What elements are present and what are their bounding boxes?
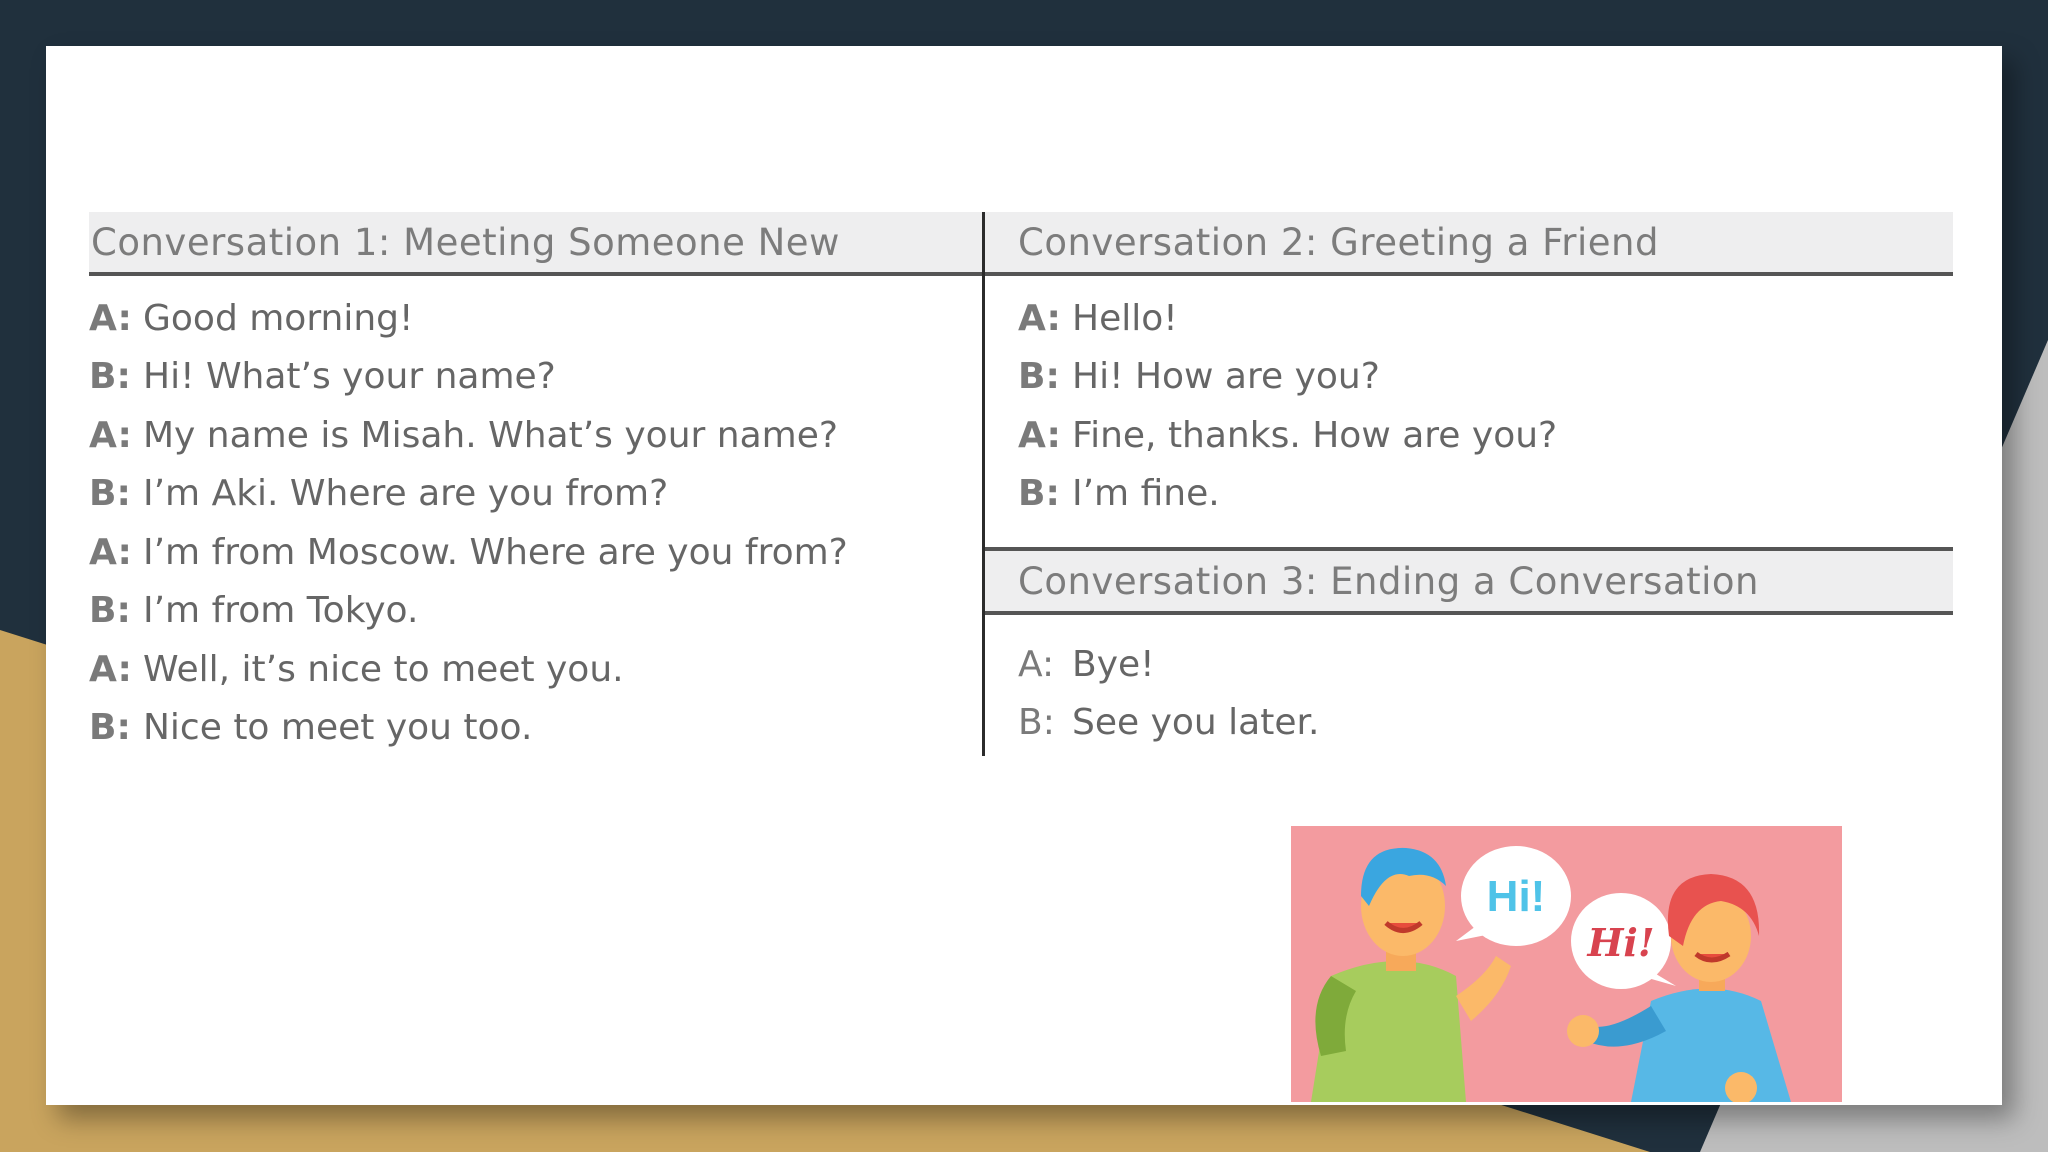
conversation-1-title: Conversation 1: Meeting Someone New <box>89 212 982 276</box>
dialogue-line: B: I’m fine. <box>985 465 1953 524</box>
dialogue-line: B: See you later. <box>985 694 1953 753</box>
dialogue-text: Hello! <box>1072 297 1178 339</box>
dialogue-line: B: I’m Aki. Where are you from? <box>89 465 982 524</box>
conversation-2-title: Conversation 2: Greeting a Friend <box>985 212 1953 276</box>
speaker-label: B: <box>89 356 131 398</box>
dialogue-line: B: Nice to meet you too. <box>89 699 982 758</box>
dialogue-line: A: Hello! <box>985 289 1953 348</box>
dialogue-line: A: Good morning! <box>89 289 982 348</box>
dialogue-text: Good morning! <box>143 297 414 339</box>
conversation-3-lines: A: Bye! B: See you later. <box>985 615 1953 752</box>
conversations-2-3: Conversation 2: Greeting a Friend A: Hell… <box>985 212 1953 752</box>
dialogue-line: B: I’m from Tokyo. <box>89 582 982 641</box>
conversation-1: Conversation 1: Meeting Someone New A: Go… <box>89 212 982 757</box>
speaker-label: A: <box>89 297 132 339</box>
dialogue-text: See you later. <box>1072 702 1320 744</box>
conversation-2-lines: A: Hello! B: Hi! How are you? A: Fine, than… <box>985 276 1953 523</box>
dialogue-text: Fine, thanks. How are you? <box>1072 414 1558 456</box>
dialogue-line: B: Hi! What’s your name? <box>89 348 982 407</box>
speaker-label: B: <box>89 590 131 632</box>
woman-hand <box>1567 1015 1599 1047</box>
dialogue-text: My name is Misah. What’s your name? <box>143 414 838 456</box>
dialogue-text: Bye! <box>1072 643 1155 685</box>
speaker-label: B: <box>89 707 131 749</box>
speaker-label: B: <box>89 473 131 515</box>
dialogue-text: I’m Aki. Where are you from? <box>143 473 669 515</box>
dialogue-text: Nice to meet you too. <box>143 707 533 749</box>
dialogue-line: A: Bye! <box>985 635 1953 694</box>
greeting-illustration-art: Hi! Hi! <box>1291 826 1842 1102</box>
speaker-label: A: <box>1018 297 1061 339</box>
conversation-1-lines: A: Good morning! B: Hi! What’s your name? … <box>89 276 982 757</box>
speaker-label: A: <box>89 414 132 456</box>
dialogue-line: A: I’m from Moscow. Where are you from? <box>89 523 982 582</box>
dialogue-text: I’m fine. <box>1072 473 1220 515</box>
speaker-label: A: <box>1018 414 1061 456</box>
dialogue-text: Well, it’s nice to meet you. <box>143 648 624 690</box>
greeting-illustration: Hi! Hi! <box>1291 826 1842 1102</box>
speaker-label: B: <box>1018 473 1060 515</box>
speaker-label: A: <box>1018 643 1055 685</box>
dialogue-text: Hi! What’s your name? <box>143 356 556 398</box>
speaker-label: B: <box>1018 356 1060 398</box>
conversation-3-title: Conversation 3: Ending a Conversation <box>985 547 1953 615</box>
dialogue-text: I’m from Moscow. Where are you from? <box>143 531 848 573</box>
speaker-label: A: <box>89 648 132 690</box>
slide: Conversation 1: Meeting Someone New A: Go… <box>46 46 2002 1105</box>
bubble-right-text: Hi! <box>1586 920 1654 965</box>
dialogue-text: Hi! How are you? <box>1072 356 1380 398</box>
dialogue-text: I’m from Tokyo. <box>143 590 419 632</box>
dialogue-line: A: Fine, thanks. How are you? <box>985 406 1953 465</box>
speaker-label: B: <box>1018 702 1055 744</box>
speaker-label: A: <box>89 531 132 573</box>
dialogue-line: A: Well, it’s nice to meet you. <box>89 640 982 699</box>
dialogue-line: A: My name is Misah. What’s your name? <box>89 406 982 465</box>
dialogue-line: B: Hi! How are you? <box>985 348 1953 407</box>
bubble-left-text: Hi! <box>1487 872 1546 921</box>
